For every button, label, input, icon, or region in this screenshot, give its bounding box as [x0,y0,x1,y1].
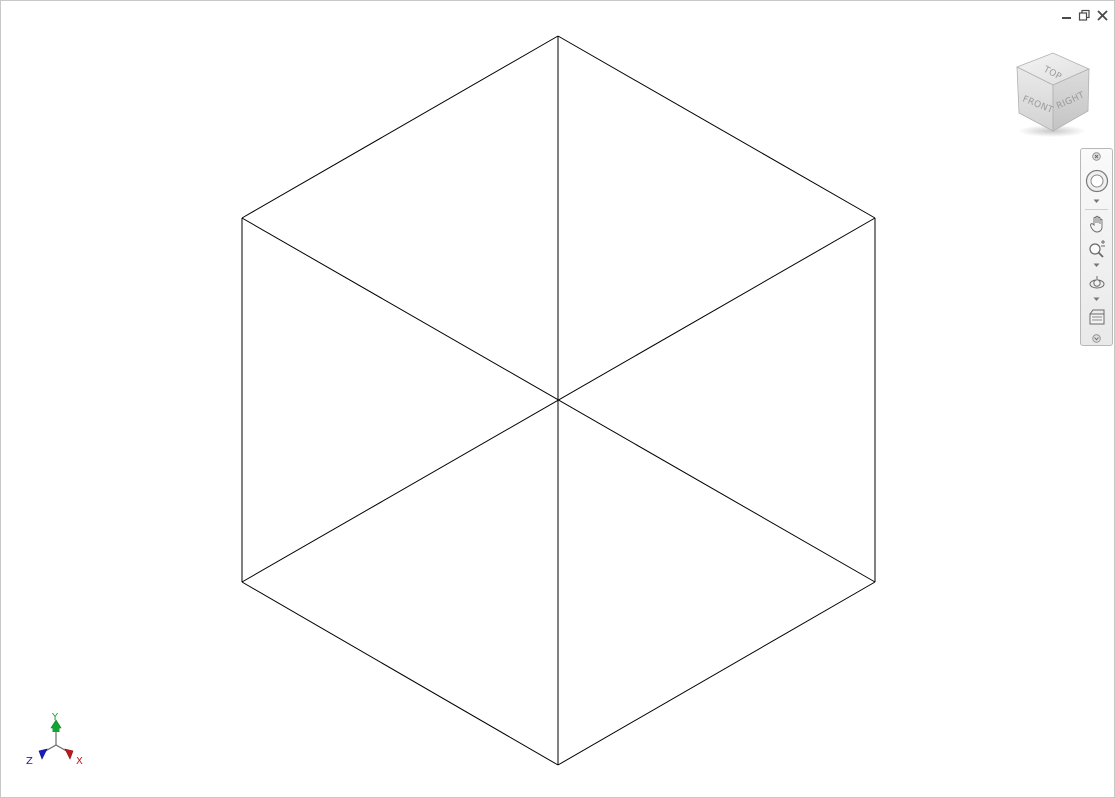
edge-top-right [557,35,876,219]
x-axis-arrow [64,748,74,760]
zoom-icon [1088,240,1105,258]
steering-wheel-icon [1085,169,1108,193]
chevron-down-icon [1093,297,1100,301]
close-icon [1097,10,1108,21]
drawing-viewport[interactable]: TOP FRONT RIGHT Y X Z [0,0,1115,798]
chevron-down-icon [1093,263,1100,267]
orbit-button[interactable] [1081,273,1112,293]
edge-bottom-left [241,581,559,766]
restore-button[interactable] [1077,8,1092,23]
z-axis-arrow [38,748,48,760]
edge-top-left [241,35,559,219]
zoom-button[interactable] [1081,239,1112,259]
navbar-close-button[interactable] [1081,152,1112,161]
showmotion-button[interactable] [1081,307,1112,327]
minimize-icon [1062,17,1071,19]
customize-icon [1092,334,1101,343]
chevron-down-icon [1093,199,1100,203]
close-icon [1092,152,1101,161]
navigation-bar [1080,148,1113,346]
ucs-icon: Y X Z [26,712,83,767]
y-axis-label: Y [51,712,59,723]
showmotion-icon [1089,309,1104,325]
y-axis-base [52,727,60,732]
customize-navbar-button[interactable] [1081,334,1112,343]
pan-hand-icon [1089,215,1102,233]
zoom-dropdown[interactable] [1081,263,1112,268]
orbit-icon [1089,276,1104,289]
z-axis-label: Z [26,756,33,767]
full-navigation-wheel-button[interactable] [1081,169,1112,195]
x-axis-label: X [76,756,83,767]
viewcube[interactable]: TOP FRONT RIGHT [1009,47,1099,139]
wheel-dropdown[interactable] [1081,199,1112,204]
orbit-dropdown[interactable] [1081,297,1112,302]
restore-icon [1078,9,1090,21]
pan-button[interactable] [1081,214,1112,234]
edge-bottom-right [557,581,876,766]
minimize-button[interactable] [1059,8,1074,23]
wireframe-model [241,35,876,766]
close-button[interactable] [1095,8,1110,23]
window-controls [1059,8,1110,23]
